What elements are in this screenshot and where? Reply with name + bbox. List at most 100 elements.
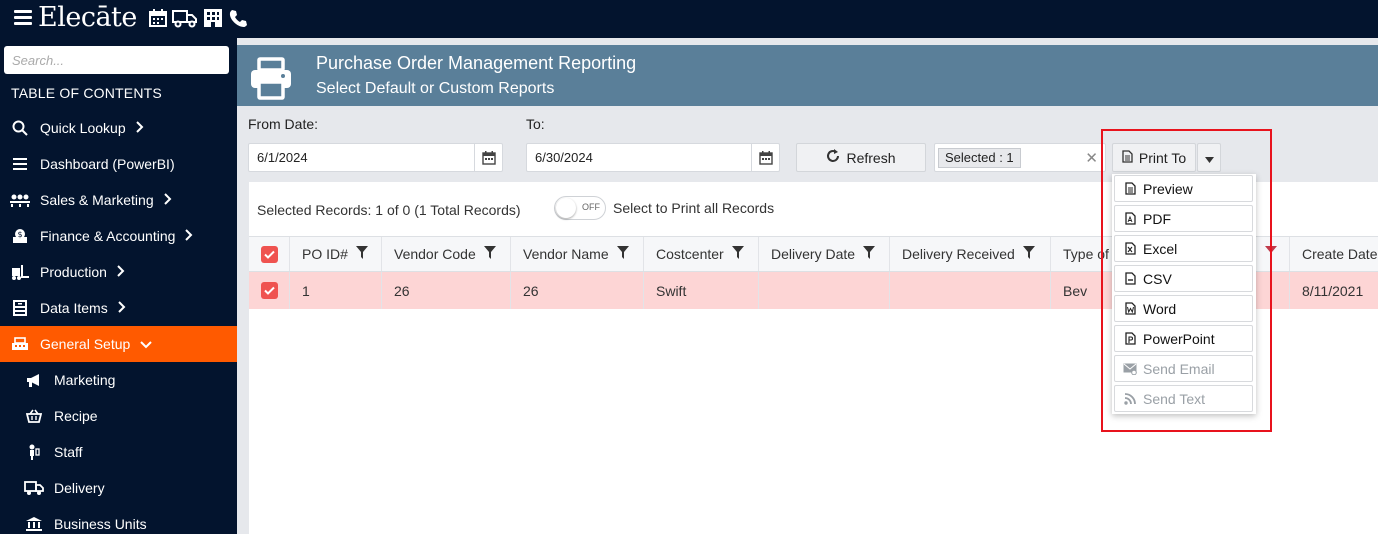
staff-icon (24, 444, 44, 460)
sidebar-item-label: Dashboard (PowerBI) (40, 156, 175, 172)
calendar-icon[interactable] (751, 144, 779, 171)
sidebar-subitem-label: Marketing (54, 372, 116, 388)
printer-icon (248, 56, 294, 107)
toc-heading: TABLE OF CONTENTS (11, 85, 162, 101)
column-header-delivery-date[interactable]: Delivery Date (759, 237, 890, 271)
toggle-state: OFF (582, 202, 600, 212)
column-header-po-id[interactable]: PO ID# (290, 237, 382, 271)
to-date-field[interactable]: 6/30/2024 (526, 143, 780, 172)
sidebar-item-dashboard[interactable]: Dashboard (PowerBI) (0, 146, 237, 182)
sidebar-subitem-label: Business Units (54, 516, 147, 532)
cell-vendor-name: 26 (511, 272, 644, 309)
chevron-right-icon (117, 300, 126, 316)
sidebar-subitem-marketing[interactable]: Marketing (0, 362, 237, 398)
people-icon (10, 193, 30, 207)
sidebar-subitem-delivery[interactable]: Delivery (0, 470, 237, 506)
cell-po-id: 1 (290, 272, 382, 309)
column-header-costcenter[interactable]: Costcenter (644, 237, 759, 271)
sidebar-subitem-label: Delivery (54, 480, 105, 496)
column-header-vendor-name[interactable]: Vendor Name (511, 237, 644, 271)
checkmark-icon (261, 282, 278, 299)
select-all-checkbox[interactable] (249, 237, 290, 271)
cash-register-icon (10, 337, 30, 351)
refresh-button[interactable]: Refresh (796, 143, 926, 172)
cell-costcenter: Swift (644, 272, 759, 309)
print-all-label: Select to Print all Records (613, 200, 775, 216)
sidebar-item-sales-marketing[interactable]: Sales & Marketing (0, 182, 237, 218)
column-header-label: Vendor Name (523, 246, 609, 262)
refresh-label: Refresh (846, 149, 896, 166)
top-bar: Elecāte (0, 0, 1378, 38)
sidebar-item-finance[interactable]: $ Finance & Accounting (0, 218, 237, 254)
filter-icon[interactable] (863, 246, 876, 262)
truck-icon (24, 481, 44, 495)
cell-create-date: 8/11/2021 (1302, 282, 1364, 299)
to-date-value: 6/30/2024 (535, 150, 593, 165)
selected-chip: Selected : 1 (938, 148, 1021, 168)
svg-text:$: $ (17, 230, 22, 239)
filter-icon[interactable] (731, 246, 744, 262)
to-date-label: To: (526, 116, 545, 132)
cell-delivery-date (759, 272, 890, 309)
search-input[interactable] (4, 46, 229, 74)
from-date-field[interactable]: 6/1/2024 (248, 143, 503, 172)
sidebar-item-label: Data Items (40, 300, 108, 316)
list-icon (10, 158, 30, 170)
forklift-icon (10, 264, 30, 280)
truck-icon[interactable] (172, 8, 198, 28)
cell-delivery-received (890, 272, 1051, 309)
from-date-value: 6/1/2024 (257, 150, 308, 165)
column-header-label: Delivery Date (771, 246, 856, 262)
selected-records-box[interactable]: Selected : 1 ✕ (934, 143, 1106, 172)
sidebar-item-label: Sales & Marketing (40, 192, 154, 208)
clear-icon[interactable]: ✕ (1085, 149, 1098, 167)
column-header-label: Delivery Received (902, 246, 1015, 262)
column-header-label: Vendor Code (394, 246, 476, 262)
filter-icon[interactable] (355, 246, 368, 262)
filter-icon[interactable] (483, 246, 496, 262)
page-header: Purchase Order Management Reporting Sele… (237, 45, 1378, 106)
calendar-icon[interactable] (474, 144, 502, 171)
sidebar-item-production[interactable]: Production (0, 254, 237, 290)
sidebar-item-label: Production (40, 264, 107, 280)
page-subtitle: Select Default or Custom Reports (316, 80, 555, 97)
filter-icon[interactable] (1022, 246, 1035, 262)
sidebar-item-label: Quick Lookup (40, 120, 126, 136)
chevron-right-icon (135, 120, 144, 136)
sidebar-item-data-items[interactable]: Data Items (0, 290, 237, 326)
database-icon (10, 300, 30, 316)
search-icon (10, 120, 30, 136)
filter-icon[interactable] (616, 246, 629, 262)
topbar-icons (148, 8, 248, 28)
sidebar-subitem-business-units[interactable]: Business Units (0, 506, 237, 534)
bank-icon (24, 517, 44, 531)
sidebar-subitem-staff[interactable]: Staff (0, 434, 237, 470)
column-header-create-date[interactable]: Create Date (1290, 237, 1378, 271)
print-all-toggle[interactable]: OFF (554, 196, 606, 220)
column-header-delivery-received[interactable]: Delivery Received (890, 237, 1051, 271)
calendar-icon[interactable] (148, 8, 168, 28)
page-title: Purchase Order Management Reporting (316, 53, 637, 73)
annotation-highlight-box (1101, 129, 1272, 432)
sidebar-subitem-recipe[interactable]: Recipe (0, 398, 237, 434)
records-info: Selected Records: 1 of 0 (1 Total Record… (257, 202, 521, 218)
sidebar-item-quick-lookup[interactable]: Quick Lookup (0, 110, 237, 146)
app-logo[interactable]: Elecāte (38, 2, 137, 33)
sidebar-item-label: Finance & Accounting (40, 228, 176, 244)
chevron-right-icon (185, 228, 193, 244)
sidebar-subitem-label: Staff (54, 444, 83, 460)
bullhorn-icon (24, 373, 44, 387)
column-header-vendor-code[interactable]: Vendor Code (382, 237, 511, 271)
phone-icon[interactable] (228, 8, 248, 28)
sidebar-item-general-setup[interactable]: General Setup (0, 326, 237, 362)
hamburger-menu-icon[interactable] (14, 10, 32, 26)
sidebar-subitem-label: Recipe (54, 408, 98, 424)
refresh-icon (826, 149, 840, 166)
checkmark-icon (261, 245, 278, 263)
sidebar-item-label: General Setup (40, 336, 131, 352)
chevron-right-icon (117, 264, 125, 280)
building-icon[interactable] (202, 8, 224, 28)
chevron-down-icon (140, 336, 153, 352)
row-checkbox[interactable] (249, 272, 290, 309)
toggle-knob (556, 198, 576, 218)
